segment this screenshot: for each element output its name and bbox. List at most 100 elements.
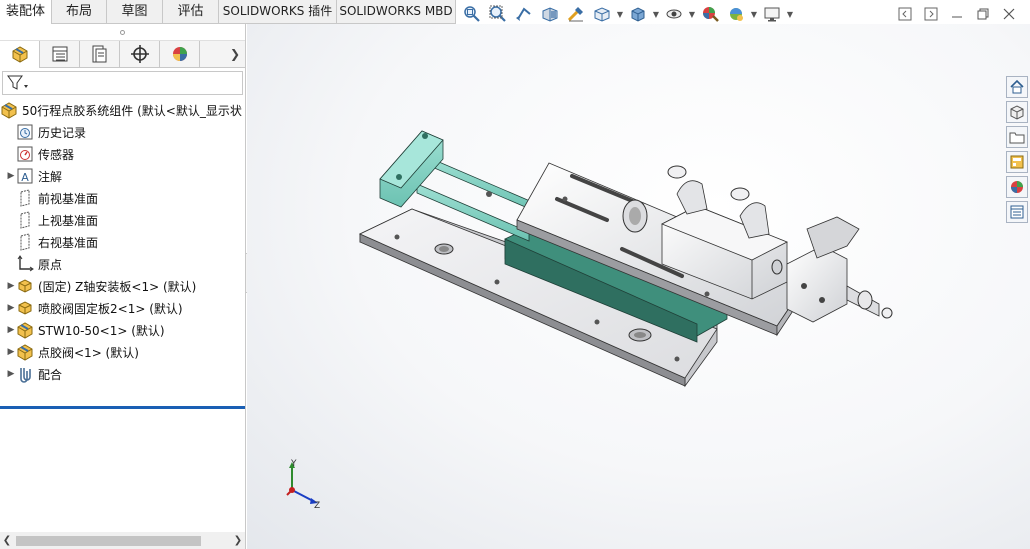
edit-appearance-icon[interactable] <box>698 3 722 25</box>
origin-icon <box>16 255 34 273</box>
part-icon <box>16 277 34 295</box>
home-icon[interactable] <box>1006 76 1028 98</box>
view-orientation-icon[interactable] <box>590 3 614 25</box>
tree-item-stw10-50[interactable]: ▶ STW10-50<1> (默认) <box>0 319 245 341</box>
tree-item-label: 上视基准面 <box>38 213 99 228</box>
subassembly-icon <box>16 321 34 339</box>
expand-arrow-icon[interactable]: ▶ <box>6 369 16 379</box>
propertymanager-icon[interactable] <box>40 40 80 68</box>
horizontal-scrollbar[interactable]: ❮ ❯ <box>0 532 245 549</box>
expand-arrow-icon[interactable]: ▶ <box>6 171 16 181</box>
previous-view-icon[interactable] <box>512 3 536 25</box>
file-explorer-icon[interactable] <box>1006 126 1028 148</box>
tree-item-label: STW10-50<1> (默认) <box>38 323 165 338</box>
tree-root-label: 50行程点胶系统组件 (默认<默认_显示状 <box>22 103 242 118</box>
apply-scene-icon[interactable] <box>724 3 748 25</box>
panel-grip[interactable] <box>0 24 245 41</box>
tab-evaluate[interactable]: 评估 <box>163 0 219 24</box>
tree-item-mates[interactable]: ▶ 配合 <box>0 363 245 385</box>
expand-arrow-icon[interactable]: ▶ <box>6 303 16 313</box>
graphics-area[interactable]: Y Z <box>247 24 1030 549</box>
feature-tree: 50行程点胶系统组件 (默认<默认_显示状 历史记录 传感器 ▶ A 注解 前视… <box>0 99 245 385</box>
zoom-to-fit-icon[interactable] <box>460 3 484 25</box>
filter-bar[interactable] <box>2 71 243 95</box>
view-settings-icon[interactable] <box>760 3 784 25</box>
zoom-to-area-icon[interactable] <box>486 3 510 25</box>
svg-text:A: A <box>21 171 29 184</box>
tree-item-annotations[interactable]: ▶ A 注解 <box>0 165 245 187</box>
tree-item-label: 历史记录 <box>38 125 87 140</box>
dynamic-annotation-icon[interactable] <box>564 3 588 25</box>
tab-solidworks-addins[interactable]: SOLIDWORKS 插件 <box>219 0 337 24</box>
section-view-icon[interactable] <box>538 3 562 25</box>
close-icon[interactable] <box>1000 6 1018 22</box>
featuremanager-icon[interactable] <box>0 40 40 68</box>
tree-item-label: 配合 <box>38 367 63 382</box>
tree-item-label: 点胶阀<1> (默认) <box>38 345 139 360</box>
tree-item-label: (固定) Z轴安装板<1> (默认) <box>38 279 197 294</box>
tree-item-origin[interactable]: 原点 <box>0 253 245 275</box>
sensor-icon <box>16 145 34 163</box>
view-palette-icon[interactable] <box>1006 151 1028 173</box>
tree-item-label: 右视基准面 <box>38 235 99 250</box>
window-controls <box>896 6 1018 22</box>
design-library-icon[interactable] <box>1006 101 1028 123</box>
tree-item-label: 前视基准面 <box>38 191 99 206</box>
plane-icon <box>16 211 34 229</box>
chevron-down-icon[interactable]: ▼ <box>750 3 758 25</box>
dimxpert-icon[interactable] <box>120 40 160 68</box>
scrollbar-thumb[interactable] <box>16 535 201 546</box>
feature-manager-panel: ❯ 50行程点胶系统组件 (默认<默认_显示状 历史记录 传感器 ▶ A 注解 … <box>0 24 246 549</box>
display-style-icon[interactable] <box>626 3 650 25</box>
rollback-bar[interactable] <box>0 406 245 409</box>
panel-left-icon[interactable] <box>896 6 914 22</box>
tab-assembly[interactable]: 装配体 <box>0 0 52 25</box>
configurationmanager-icon[interactable] <box>80 40 120 68</box>
annotation-icon: A <box>16 167 34 185</box>
tree-item-top-plane[interactable]: 上视基准面 <box>0 209 245 231</box>
tree-item-history[interactable]: 历史记录 <box>0 121 245 143</box>
scroll-right-icon[interactable]: ❯ <box>231 535 245 546</box>
tab-layout[interactable]: 布局 <box>52 0 107 24</box>
triad-z-label: Z <box>314 501 320 511</box>
restore-icon[interactable] <box>974 6 992 22</box>
tree-root-assembly[interactable]: 50行程点胶系统组件 (默认<默认_显示状 <box>0 99 245 121</box>
tree-item-sensors[interactable]: 传感器 <box>0 143 245 165</box>
command-manager-tabs: 装配体 布局 草图 评估 SOLIDWORKS 插件 SOLIDWORKS MB… <box>0 0 456 25</box>
tree-item-label: 传感器 <box>38 147 75 162</box>
part-icon <box>16 299 34 317</box>
tree-item-right-plane[interactable]: 右视基准面 <box>0 231 245 253</box>
chevron-down-icon[interactable]: ▼ <box>616 3 624 25</box>
chevron-down-icon[interactable]: ▼ <box>652 3 660 25</box>
tree-item-z-mount-plate[interactable]: ▶ (固定) Z轴安装板<1> (默认) <box>0 275 245 297</box>
expand-arrow-icon[interactable]: ▶ <box>6 347 16 357</box>
tree-item-front-plane[interactable]: 前视基准面 <box>0 187 245 209</box>
tab-sketch[interactable]: 草图 <box>107 0 163 24</box>
tree-item-valve-plate[interactable]: ▶ 喷胶阀固定板2<1> (默认) <box>0 297 245 319</box>
scroll-left-icon[interactable]: ❮ <box>0 535 14 546</box>
assembly-model-view[interactable]: Y Z <box>247 24 1030 549</box>
tab-solidworks-mbd[interactable]: SOLIDWORKS MBD <box>337 0 456 24</box>
hide-show-items-icon[interactable] <box>662 3 686 25</box>
filter-icon[interactable] <box>7 75 29 91</box>
custom-properties-icon[interactable] <box>1006 201 1028 223</box>
displaymanager-icon[interactable] <box>160 40 200 68</box>
minimize-icon[interactable] <box>948 6 966 22</box>
task-pane <box>1006 76 1030 223</box>
tree-item-dispense-valve[interactable]: ▶ 点胶阀<1> (默认) <box>0 341 245 363</box>
coordinate-triad: Y Z <box>286 459 320 511</box>
plane-icon <box>16 233 34 251</box>
appearances-icon[interactable] <box>1006 176 1028 198</box>
tree-item-label: 注解 <box>38 169 63 184</box>
chevron-down-icon[interactable]: ▼ <box>688 3 696 25</box>
subassembly-icon <box>16 343 34 361</box>
expand-arrow-icon[interactable]: ▶ <box>6 281 16 291</box>
assembly-icon <box>0 101 18 119</box>
chevron-right-icon[interactable]: ❯ <box>225 47 245 61</box>
manager-tabs: ❯ <box>0 40 245 68</box>
chevron-down-icon[interactable]: ▼ <box>786 3 794 25</box>
expand-arrow-icon[interactable]: ▶ <box>6 325 16 335</box>
tree-item-label: 喷胶阀固定板2<1> (默认) <box>38 301 183 316</box>
panel-right-icon[interactable] <box>922 6 940 22</box>
tree-item-label: 原点 <box>38 257 63 272</box>
